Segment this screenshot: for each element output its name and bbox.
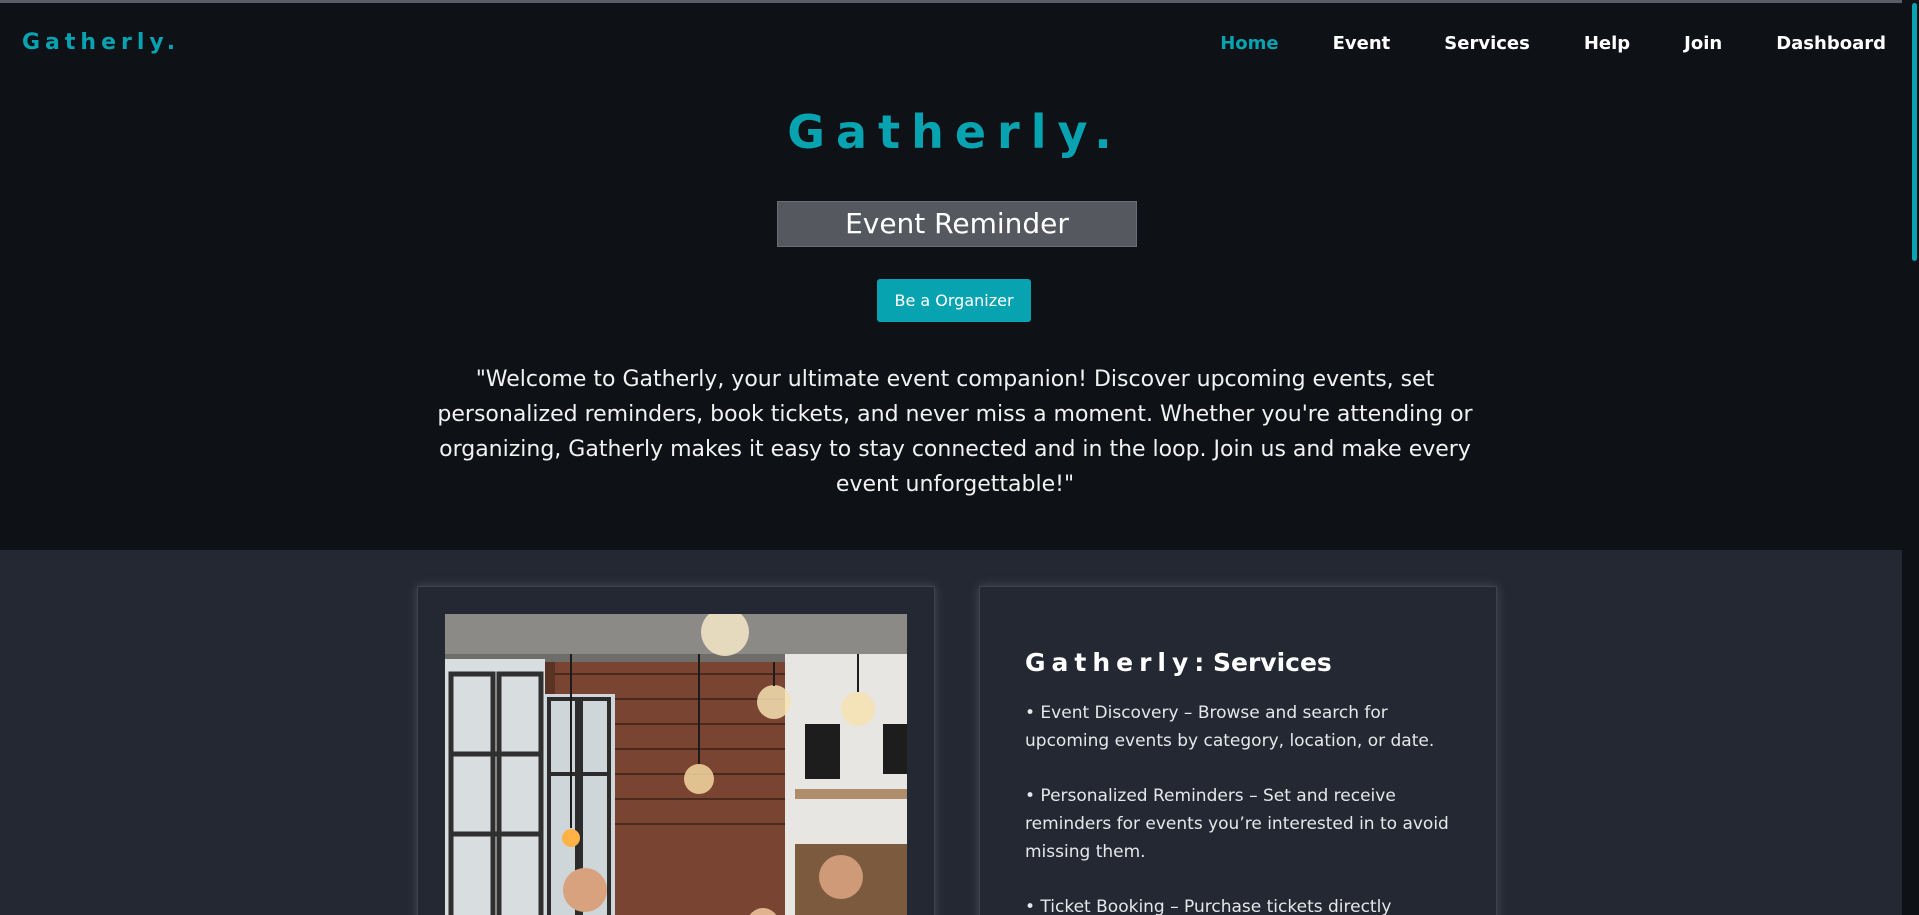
services-title-brand: Gatherly (1025, 648, 1195, 677)
scrollbar-track[interactable] (1902, 0, 1919, 915)
hero-section: Gatherly. Event Reminder Be a Organizer … (0, 83, 1902, 550)
service-item-personalized-reminders: • Personalized Reminders – Set and recei… (1025, 786, 1449, 862)
service-item-event-discovery: • Event Discovery – Browse and search fo… (1025, 703, 1435, 751)
page: Gatherly. Home Event Services Help Join … (0, 0, 1919, 915)
nav-dashboard-link[interactable]: Dashboard (1776, 33, 1886, 54)
services-title: Gatherly: Services (1025, 648, 1332, 677)
event-photo-illustration (445, 614, 907, 915)
nav-home-link[interactable]: Home (1220, 33, 1278, 54)
nav-join-link[interactable]: Join (1684, 33, 1722, 54)
services-list: • Event Discovery – Browse and search fo… (1025, 699, 1465, 915)
event-photo (445, 614, 907, 915)
welcome-intro-text: "Welcome to Gatherly, your ultimate even… (437, 367, 1473, 497)
hero-title: Gatherly. (787, 105, 1123, 159)
nav-event-link[interactable]: Event (1333, 33, 1391, 54)
nav-services-link[interactable]: Services (1444, 33, 1530, 54)
service-item-ticket-booking: • Ticket Booking – Purchase tickets dire… (1025, 897, 1392, 915)
services-section: Gatherly: Services • Event Discovery – B… (0, 550, 1902, 915)
scrollbar-thumb[interactable] (1912, 3, 1917, 261)
services-title-suffix: : Services (1194, 648, 1332, 677)
nav-help-link[interactable]: Help (1584, 33, 1630, 54)
be-organizer-button[interactable]: Be a Organizer (877, 279, 1031, 322)
services-card: Gatherly: Services • Event Discovery – B… (979, 586, 1497, 915)
photo-card (417, 586, 935, 915)
top-navigation: Gatherly. Home Event Services Help Join … (0, 3, 1902, 83)
event-reminder-heading: Event Reminder (777, 201, 1137, 247)
brand-logo[interactable]: Gatherly. (22, 30, 180, 55)
nav-links: Home Event Services Help Join Dashboard (1166, 33, 1886, 54)
